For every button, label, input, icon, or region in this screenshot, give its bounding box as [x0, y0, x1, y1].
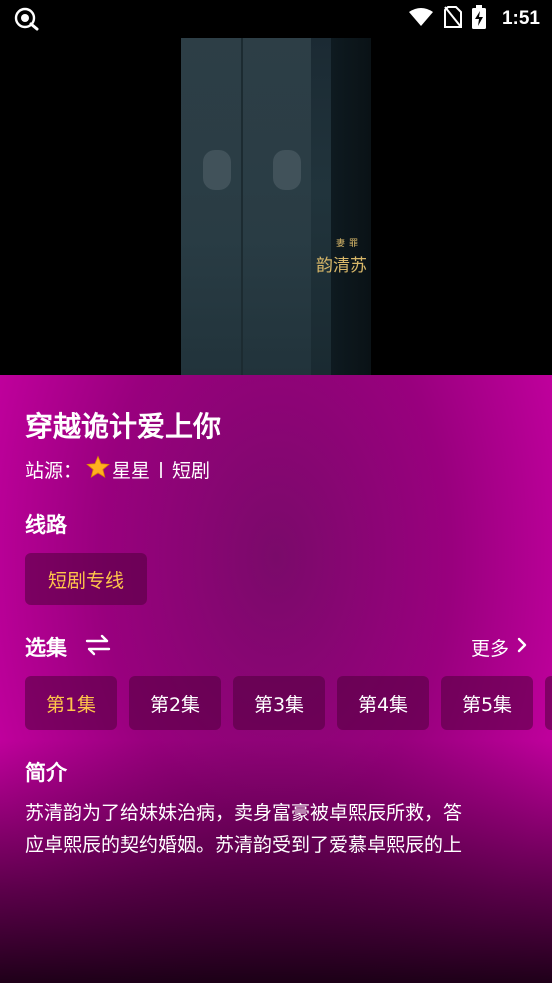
episode-item-2[interactable]: 第2集	[129, 676, 221, 730]
video-background-figure	[331, 38, 371, 375]
video-hand-left	[203, 150, 231, 190]
no-sim-icon	[443, 6, 462, 32]
video-figure-seam	[241, 38, 243, 375]
category: 短剧	[172, 460, 211, 482]
wifi-icon	[408, 7, 434, 31]
video-figure	[181, 38, 311, 375]
chevron-right-icon	[517, 636, 527, 658]
source-label: 站源：	[25, 460, 83, 482]
video-caption-small: 罪妻	[334, 238, 357, 247]
drama-title: 穿越诡计爱上你	[25, 410, 222, 443]
episode-item-1[interactable]: 第1集	[25, 676, 117, 730]
synopsis-heading: 简介	[25, 761, 67, 785]
more-button[interactable]: 更多	[471, 631, 527, 663]
video-hand-right	[273, 150, 301, 190]
synopsis-line: 苏清韵为了给妹妹治病，卖身富豪被卓熙辰所救，答	[25, 802, 463, 824]
battery-icon	[471, 5, 486, 33]
episode-header: 选集 更多	[25, 631, 527, 663]
episode-item-4[interactable]: 第4集	[337, 676, 429, 730]
video-player[interactable]: 罪妻 苏清韵	[0, 38, 552, 375]
source-name: 星星	[112, 460, 151, 482]
detail-panel: 穿越诡计爱上你 站源： 星星 短剧 线路 短剧专线 选集 更多 第1集 第2集 …	[0, 375, 552, 983]
episode-list: 第1集 第2集 第3集 第4集 第5集	[25, 676, 552, 730]
episode-heading: 选集	[25, 636, 67, 660]
swap-icon[interactable]	[85, 634, 111, 660]
video-caption-big: 苏清韵	[312, 256, 366, 273]
route-heading: 线路	[25, 513, 67, 537]
clock: 1:51	[501, 8, 540, 29]
episode-item-5[interactable]: 第5集	[441, 676, 533, 730]
more-label: 更多	[470, 637, 509, 660]
video-frame[interactable]: 罪妻 苏清韵	[181, 38, 371, 375]
route-chip[interactable]: 短剧专线	[25, 553, 147, 605]
source-row: 站源： 星星 短剧	[25, 455, 210, 484]
star-icon	[86, 455, 110, 484]
synopsis-line: 应卓熙辰的契约婚姻。苏清韵受到了爱慕卓熙辰的上	[25, 834, 463, 856]
separator	[160, 461, 163, 478]
episode-item-next[interactable]	[545, 676, 552, 730]
episode-item-3[interactable]: 第3集	[233, 676, 325, 730]
app-icon	[14, 7, 40, 31]
status-bar: 1:51	[0, 0, 552, 38]
synopsis-text: 苏清韵为了给妹妹治病，卖身富豪被卓熙辰所救，答 应卓熙辰的契约婚姻。苏清韵受到了…	[25, 797, 530, 861]
